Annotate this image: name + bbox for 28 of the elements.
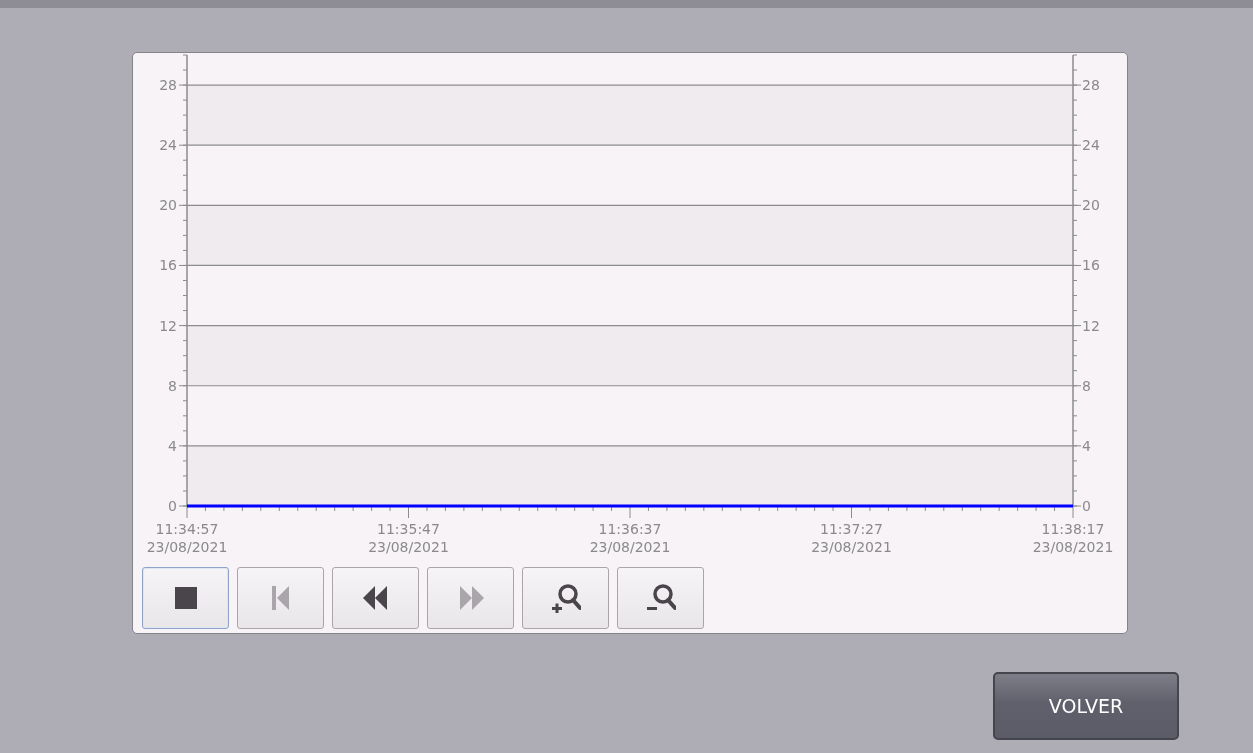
y-tick-label: 16 (159, 257, 177, 274)
time-label: 11:38:17 23/08/2021 (1032, 521, 1114, 555)
y-tick-label: 0 (1082, 498, 1091, 514)
y-tick-label: 20 (159, 197, 177, 214)
y-tick-label: 28 (159, 77, 177, 94)
time-label: 11:36:37 23/08/2021 (589, 521, 671, 555)
time-label: 11:35:47 23/08/2021 (368, 521, 449, 555)
y-tick-label: 12 (159, 317, 177, 334)
y-tick-label: 8 (1082, 377, 1091, 394)
stop-button[interactable] (142, 567, 229, 629)
y-tick-label: 20 (1082, 197, 1100, 214)
y-tick-label: 4 (168, 437, 177, 454)
zoom-in-icon (550, 583, 581, 613)
time-label: 11:34:57 23/08/2021 (146, 521, 228, 555)
rewind-button[interactable] (332, 567, 419, 629)
y-tick-label: 28 (1082, 77, 1100, 94)
zoom-out-icon (645, 583, 676, 613)
time-label: 11:37:27 23/08/2021 (811, 521, 892, 555)
y-tick-label: 24 (1082, 137, 1100, 154)
y-tick-label: 8 (168, 377, 177, 394)
y-tick-label: 4 (1082, 437, 1091, 454)
zoom-out-button[interactable] (617, 567, 704, 629)
back-button[interactable]: VOLVER (993, 672, 1179, 740)
zoom-in-button[interactable] (522, 567, 609, 629)
y-tick-label: 12 (1082, 317, 1100, 334)
y-tick-label: 0 (168, 498, 177, 514)
y-tick-label: 16 (1082, 257, 1100, 274)
y-tick-label: 24 (159, 137, 177, 154)
